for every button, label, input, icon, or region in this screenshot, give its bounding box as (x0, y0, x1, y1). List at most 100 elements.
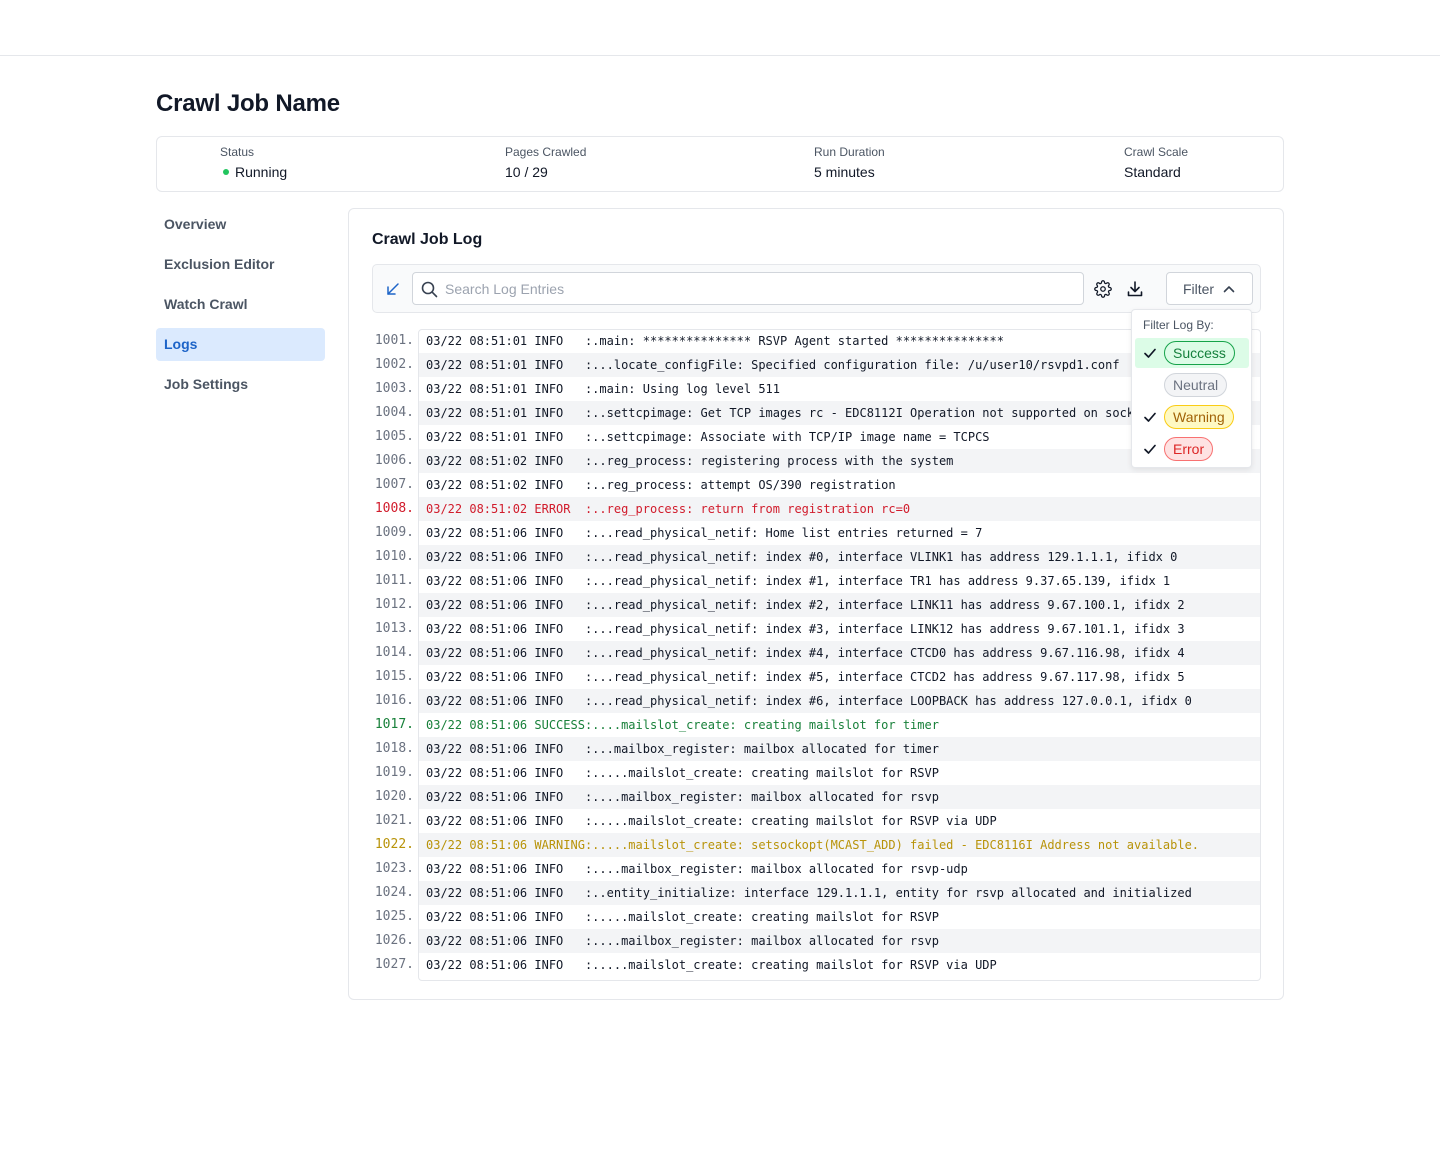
log-line-number: 1007. (374, 477, 414, 492)
log-line-number: 1008. (374, 501, 414, 516)
log-row: 1026. 03/22 08:51:06 INFO :....mailbox_re… (372, 929, 1261, 953)
log-row: 1001. 03/22 08:51:01 INFO :.main: *******… (372, 329, 1261, 353)
log-line-number: 1004. (374, 405, 414, 420)
log-line-text: 03/22 08:51:06 WARNING:.....mailslot_cre… (419, 833, 1260, 857)
stat-run-duration: Run Duration 5 minutes (814, 144, 885, 182)
stat-label: Pages Crawled (505, 145, 587, 159)
collapse-button[interactable] (381, 277, 405, 301)
log-row: 1012. 03/22 08:51:06 INFO :...read_physic… (372, 593, 1261, 617)
top-bar (0, 0, 1440, 56)
check-icon (1144, 444, 1156, 454)
log-row: 1009. 03/22 08:51:06 INFO :...read_physic… (372, 521, 1261, 545)
status-dot-icon (223, 169, 229, 175)
filter-dropdown: Filter Log By: Success Neutral Warning E… (1131, 309, 1252, 468)
log-line-number: 1027. (374, 957, 414, 972)
log-line-number: 1017. (374, 717, 414, 732)
log-line-number: 1022. (374, 837, 414, 852)
log-line-number: 1005. (374, 429, 414, 444)
log-row: 1023. 03/22 08:51:06 INFO :....mailbox_re… (372, 857, 1261, 881)
log-line-text: 03/22 08:51:06 INFO :...read_physical_ne… (426, 574, 1171, 588)
filter-option-success[interactable]: Success (1135, 338, 1249, 368)
log-line-text: 03/22 08:51:06 SUCCESS:....mailslot_crea… (426, 718, 939, 732)
log-line-text: 03/22 08:51:06 INFO :...read_physical_ne… (426, 526, 983, 540)
log-row: 1025. 03/22 08:51:06 INFO :.....mailslot_… (372, 905, 1261, 929)
log-panel-title: Crawl Job Log (372, 231, 483, 248)
log-line-number: 1002. (374, 357, 414, 372)
log-toolbar: Filter (372, 264, 1261, 313)
log-line-number: 1024. (374, 885, 414, 900)
log-line-number: 1021. (374, 813, 414, 828)
chevron-up-icon (1223, 285, 1235, 292)
log-row: 1024. 03/22 08:51:06 INFO :..entity_initi… (372, 881, 1261, 905)
log-line-number: 1026. (374, 933, 414, 948)
log-row: 1013. 03/22 08:51:06 INFO :...read_physic… (372, 617, 1261, 641)
log-line-text: 03/22 08:51:06 INFO :...read_physical_ne… (419, 545, 1260, 569)
filter-pill-success: Success (1164, 341, 1235, 365)
log-line-number: 1016. (374, 693, 414, 708)
log-line-number: 1006. (374, 453, 414, 468)
log-row: 1015. 03/22 08:51:06 INFO :...read_physic… (372, 665, 1261, 689)
nav-item-logs[interactable]: Logs (156, 328, 325, 361)
log-row: 1003. 03/22 08:51:01 INFO :.main: Using l… (372, 377, 1261, 401)
log-row: 1020. 03/22 08:51:06 INFO :....mailbox_re… (372, 785, 1261, 809)
nav-item-watch-crawl[interactable]: Watch Crawl (156, 288, 325, 321)
log-row: 1017. 03/22 08:51:06 SUCCESS:....mailslot… (372, 713, 1261, 737)
log-line-text: 03/22 08:51:06 INFO :....mailbox_registe… (426, 862, 968, 876)
gear-icon (1094, 280, 1112, 298)
download-icon (1127, 281, 1143, 297)
log-row: 1008. 03/22 08:51:02 ERROR :..reg_process… (372, 497, 1261, 521)
log-row: 1016. 03/22 08:51:06 INFO :...read_physic… (372, 689, 1261, 713)
nav-item-job-settings[interactable]: Job Settings (156, 368, 325, 401)
log-line-number: 1025. (374, 909, 414, 924)
log-line-number: 1010. (374, 549, 414, 564)
log-line-number: 1001. (374, 333, 414, 348)
search-icon (421, 281, 438, 298)
log-line-number: 1019. (374, 765, 414, 780)
log-line-text: 03/22 08:51:06 INFO :...mailbox_register… (419, 737, 1260, 761)
log-line-text: 03/22 08:51:06 INFO :...read_physical_ne… (419, 689, 1260, 713)
filter-option-warning[interactable]: Warning (1135, 402, 1249, 432)
download-button[interactable] (1123, 277, 1147, 301)
filter-option-error[interactable]: Error (1135, 434, 1249, 464)
search-field[interactable] (412, 272, 1084, 305)
arrow-down-left-icon (387, 283, 399, 295)
settings-button[interactable] (1091, 277, 1115, 301)
filter-pill-error: Error (1164, 437, 1214, 461)
log-row: 1027. 03/22 08:51:06 INFO :.....mailslot_… (372, 953, 1261, 977)
log-line-text: 03/22 08:51:06 INFO :...read_physical_ne… (419, 641, 1260, 665)
filter-button[interactable]: Filter (1166, 272, 1253, 305)
stat-label: Run Duration (814, 145, 885, 159)
search-input[interactable] (445, 273, 1075, 304)
side-nav: Overview Exclusion Editor Watch Crawl Lo… (156, 208, 325, 408)
log-line-number: 1015. (374, 669, 414, 684)
log-row: 1007. 03/22 08:51:02 INFO :..reg_process:… (372, 473, 1261, 497)
stat-value: 5 minutes (814, 164, 875, 180)
filter-pill-warning: Warning (1164, 405, 1234, 429)
stat-status: Status Running (220, 144, 287, 182)
log-row: 1022. 03/22 08:51:06 WARNING:.....mailslo… (372, 833, 1261, 857)
filter-dropdown-title: Filter Log By: (1143, 318, 1214, 332)
log-line-number: 1018. (374, 741, 414, 756)
stat-value: 10 / 29 (505, 164, 548, 180)
log-line-number: 1012. (374, 597, 414, 612)
check-icon (1144, 348, 1156, 358)
log-line-text: 03/22 08:51:06 INFO :....mailbox_registe… (419, 785, 1260, 809)
nav-item-overview[interactable]: Overview (156, 208, 325, 241)
log-line-text: 03/22 08:51:06 INFO :.....mailslot_creat… (426, 766, 939, 780)
log-row: 1021. 03/22 08:51:06 INFO :.....mailslot_… (372, 809, 1261, 833)
filter-pill-neutral: Neutral (1164, 373, 1228, 397)
log-line-number: 1014. (374, 645, 414, 660)
stat-value: Standard (1124, 164, 1181, 180)
log-row: 1011. 03/22 08:51:06 INFO :...read_physic… (372, 569, 1261, 593)
log-row: 1018. 03/22 08:51:06 INFO :...mailbox_reg… (372, 737, 1261, 761)
log-viewer[interactable]: 1001. 03/22 08:51:01 INFO :.main: *******… (372, 329, 1261, 981)
log-line-text: 03/22 08:51:02 INFO :..reg_process: atte… (426, 478, 896, 492)
log-row: 1019. 03/22 08:51:06 INFO :.....mailslot_… (372, 761, 1261, 785)
filter-option-neutral[interactable]: Neutral (1135, 370, 1249, 400)
log-line-number: 1013. (374, 621, 414, 636)
log-row: 1006. 03/22 08:51:02 INFO :..reg_process:… (372, 449, 1261, 473)
log-line-text: 03/22 08:51:02 ERROR :..reg_process: ret… (419, 497, 1260, 521)
job-stats-bar: Status Running Pages Crawled 10 / 29 Run… (156, 136, 1284, 192)
log-line-text: 03/22 08:51:06 INFO :...read_physical_ne… (426, 622, 1185, 636)
nav-item-exclusion-editor[interactable]: Exclusion Editor (156, 248, 325, 281)
